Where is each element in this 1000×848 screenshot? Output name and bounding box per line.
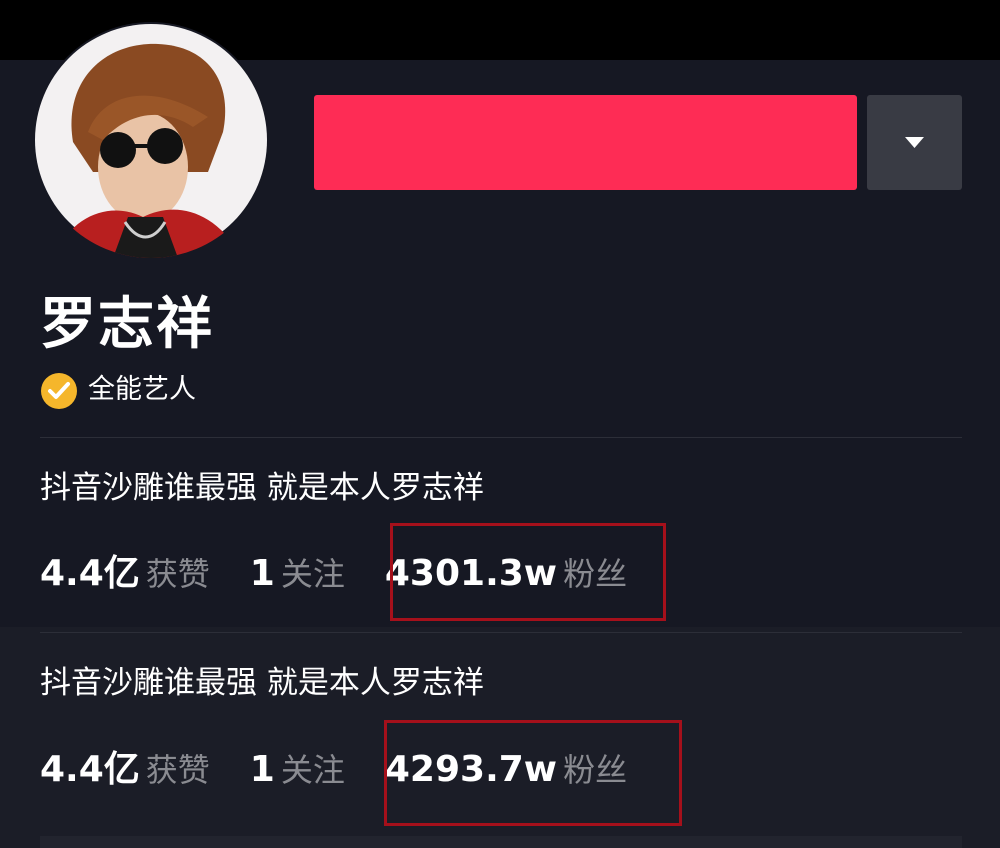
divider: [40, 632, 962, 633]
avatar[interactable]: [33, 22, 269, 258]
divider: [40, 437, 962, 438]
highlight-box: [390, 523, 666, 621]
following-count: 1: [249, 553, 275, 594]
likes-stat: 4.4亿 获赞: [40, 740, 210, 792]
following-label: 关注: [280, 555, 345, 593]
following-stat[interactable]: 1 关注: [250, 549, 345, 595]
likes-label: 获赞: [145, 555, 210, 593]
likes-stat: 4.4亿 获赞: [40, 544, 210, 596]
following-stat[interactable]: 1 关注: [250, 745, 345, 791]
likes-label: 获赞: [145, 751, 210, 789]
more-dropdown-button[interactable]: [867, 95, 962, 190]
following-count: 1: [249, 749, 275, 790]
verification-label: 全能艺人: [88, 374, 196, 405]
profile-bio: 抖音沙雕谁最强 就是本人罗志祥: [40, 665, 484, 701]
next-card-edge: [40, 836, 962, 848]
highlight-box: [384, 720, 682, 826]
verified-badge-icon: [41, 373, 77, 409]
profile-bio: 抖音沙雕谁最强 就是本人罗志祥: [40, 470, 484, 506]
profile-name: 罗志祥: [40, 292, 214, 357]
follow-button[interactable]: [314, 95, 857, 190]
following-label: 关注: [280, 751, 345, 789]
likes-count: 4.4亿: [40, 749, 140, 790]
caret-down-icon: [905, 137, 924, 148]
likes-count: 4.4亿: [40, 553, 140, 594]
